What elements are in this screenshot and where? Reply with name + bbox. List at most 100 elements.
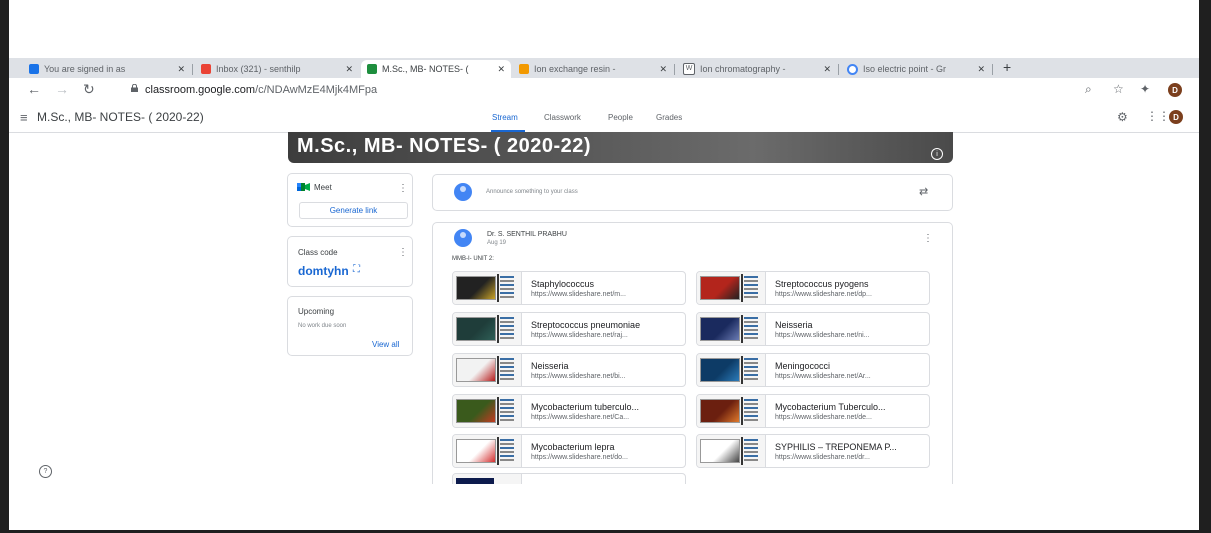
slide-list-line bbox=[500, 407, 514, 409]
post-more-icon[interactable]: ⋮ bbox=[923, 233, 933, 244]
attachment-card[interactable]: Meningococci https://www.slideshare.net/A… bbox=[696, 353, 930, 387]
help-icon[interactable]: ? bbox=[39, 465, 52, 478]
attachment-thumbnail bbox=[453, 313, 522, 345]
tab-isoelectric[interactable]: Iso electric point - Gr ✕ bbox=[841, 60, 991, 78]
slide-list-line bbox=[500, 455, 514, 457]
slide-list-line bbox=[500, 317, 514, 319]
attachment-title: Staphylococcus bbox=[531, 279, 595, 289]
slide-list-line bbox=[500, 399, 514, 401]
tab-separator bbox=[674, 64, 675, 75]
slide-preview bbox=[456, 399, 496, 423]
meet-more-icon[interactable]: ⋮ bbox=[398, 183, 408, 194]
attachment-url: https://www.slideshare.net/do... bbox=[531, 454, 628, 461]
slide-list-line bbox=[500, 443, 514, 445]
menu-icon[interactable]: ≡ bbox=[20, 110, 28, 125]
slide-list-line bbox=[500, 358, 514, 360]
reload-icon[interactable]: ↻ bbox=[83, 81, 95, 98]
attachment-thumbnail bbox=[697, 395, 766, 427]
fullscreen-icon[interactable]: ⛶ bbox=[353, 264, 360, 275]
tab-ion-exchange[interactable]: Ion exchange resin - ✕ bbox=[513, 60, 673, 78]
view-all-link[interactable]: View all bbox=[372, 340, 399, 349]
tab-classwork[interactable]: Classwork bbox=[544, 113, 581, 122]
address-bar: ← → ↻ classroom.google.com/c/NDAwMzE4Mjk… bbox=[9, 78, 1199, 103]
url-field[interactable]: classroom.google.com/c/NDAwMzE4Mjk4MFpa bbox=[145, 84, 377, 96]
attachment-url: https://www.slideshare.net/dr... bbox=[775, 454, 870, 461]
attachment-thumbnail bbox=[697, 435, 766, 467]
close-icon[interactable]: ✕ bbox=[491, 64, 511, 75]
class-title[interactable]: M.Sc., MB- NOTES- ( 2020-22) bbox=[37, 110, 204, 124]
slide-preview bbox=[700, 399, 740, 423]
close-icon[interactable]: ✕ bbox=[817, 64, 837, 75]
slide-preview bbox=[700, 317, 740, 341]
tab-signed-in[interactable]: You are signed in as ✕ bbox=[23, 60, 191, 78]
attachment-title: Mycobacterium tuberculo... bbox=[531, 402, 640, 412]
new-tab-icon[interactable]: + bbox=[1003, 59, 1011, 75]
tab-separator bbox=[192, 64, 193, 75]
account-avatar[interactable]: D bbox=[1169, 110, 1183, 124]
forward-icon[interactable]: → bbox=[55, 81, 69, 97]
tab-grades[interactable]: Grades bbox=[656, 113, 682, 122]
profile-avatar[interactable]: D bbox=[1168, 83, 1182, 97]
slide-list-line bbox=[500, 451, 514, 453]
slide-list-line bbox=[500, 459, 514, 461]
slide-divider bbox=[741, 274, 743, 302]
back-icon[interactable]: ← bbox=[27, 81, 41, 97]
slide-list-line bbox=[744, 455, 758, 457]
slide-list-line bbox=[744, 378, 758, 380]
account-favicon-icon bbox=[29, 64, 39, 74]
extensions-icon[interactable]: ✦ bbox=[1140, 82, 1150, 96]
slide-list-line bbox=[500, 447, 514, 449]
tab-people[interactable]: People bbox=[608, 113, 633, 122]
attachment-card[interactable]: Neisseria https://www.slideshare.net/ni..… bbox=[696, 312, 930, 346]
slide-list-line bbox=[744, 370, 758, 372]
attachment-card[interactable]: Staphylococcus https://www.slideshare.net… bbox=[452, 271, 686, 305]
slide-list-line bbox=[500, 415, 514, 417]
attachment-card[interactable]: Mycobacterium Tuberculo... https://www.sl… bbox=[696, 394, 930, 428]
tab-label: Inbox (321) - senthilp bbox=[216, 64, 301, 74]
slide-list-line bbox=[744, 284, 758, 286]
attachment-url: https://www.slideshare.net/bi... bbox=[531, 373, 626, 380]
attachment-title: Meningococci bbox=[775, 361, 831, 371]
attachment-card[interactable]: Neisseria https://www.slideshare.net/bi..… bbox=[452, 353, 686, 387]
close-icon[interactable]: ✕ bbox=[339, 64, 359, 75]
meet-label: Meet bbox=[314, 183, 332, 192]
attachment-card[interactable]: Streptococcus pneumoniae https://www.slid… bbox=[452, 312, 686, 346]
slide-list-line bbox=[500, 280, 514, 282]
class-code-label: Class code bbox=[298, 248, 338, 257]
tab-ion-chromatography[interactable]: W Ion chromatography - ✕ bbox=[677, 60, 837, 78]
attachment-thumbnail bbox=[453, 395, 522, 427]
classroom-header: ≡ M.Sc., MB- NOTES- ( 2020-22) Stream Cl… bbox=[9, 102, 1199, 133]
class-code-more-icon[interactable]: ⋮ bbox=[398, 247, 408, 258]
slide-divider bbox=[741, 356, 743, 384]
attachment-card[interactable]: SYPHILIS – TREPONEMA P... https://www.sli… bbox=[696, 434, 930, 468]
attachment-card[interactable]: Mycobacterium tuberculo... https://www.sl… bbox=[452, 394, 686, 428]
close-icon[interactable]: ✕ bbox=[653, 64, 673, 75]
class-code-card bbox=[287, 236, 413, 287]
tab-classroom[interactable]: M.Sc., MB- NOTES- ( ✕ bbox=[361, 60, 511, 78]
wikipedia-favicon-icon: W bbox=[683, 63, 695, 75]
page-favicon-icon bbox=[519, 64, 529, 74]
close-icon[interactable]: ✕ bbox=[971, 64, 991, 75]
settings-icon[interactable]: ⚙ bbox=[1117, 110, 1128, 124]
attachment-card[interactable]: Mycobacterium lepra https://www.slideshar… bbox=[452, 434, 686, 468]
tab-stream[interactable]: Stream bbox=[492, 113, 518, 122]
browser-window: You are signed in as ✕ Inbox (321) - sen… bbox=[9, 0, 1199, 530]
tab-gmail[interactable]: Inbox (321) - senthilp ✕ bbox=[195, 60, 359, 78]
attachment-url: https://www.slideshare.net/ni... bbox=[775, 332, 870, 339]
attachment-title: Streptococcus pneumoniae bbox=[531, 320, 641, 330]
slide-list-line bbox=[744, 443, 758, 445]
lock-icon[interactable] bbox=[131, 84, 138, 92]
post-text: MMB-I- UNIT 2: bbox=[452, 256, 494, 262]
classroom-favicon-icon bbox=[367, 64, 377, 74]
announce-placeholder[interactable]: Announce something to your class bbox=[486, 189, 578, 195]
attachment-card[interactable]: Streptococcus pyogens https://www.slidesh… bbox=[696, 271, 930, 305]
repost-icon[interactable]: ⇄ bbox=[919, 185, 928, 198]
attachment-thumbnail bbox=[453, 354, 522, 386]
class-info-icon[interactable]: i bbox=[931, 148, 943, 160]
star-icon[interactable]: ☆ bbox=[1113, 82, 1124, 96]
close-icon[interactable]: ✕ bbox=[171, 64, 191, 75]
generate-link-button[interactable]: Generate link bbox=[299, 202, 408, 219]
attachment-title: Streptococcus pyogens bbox=[775, 279, 869, 289]
slide-list-line bbox=[500, 292, 514, 294]
zoom-icon[interactable]: ⌕ bbox=[1085, 82, 1092, 97]
